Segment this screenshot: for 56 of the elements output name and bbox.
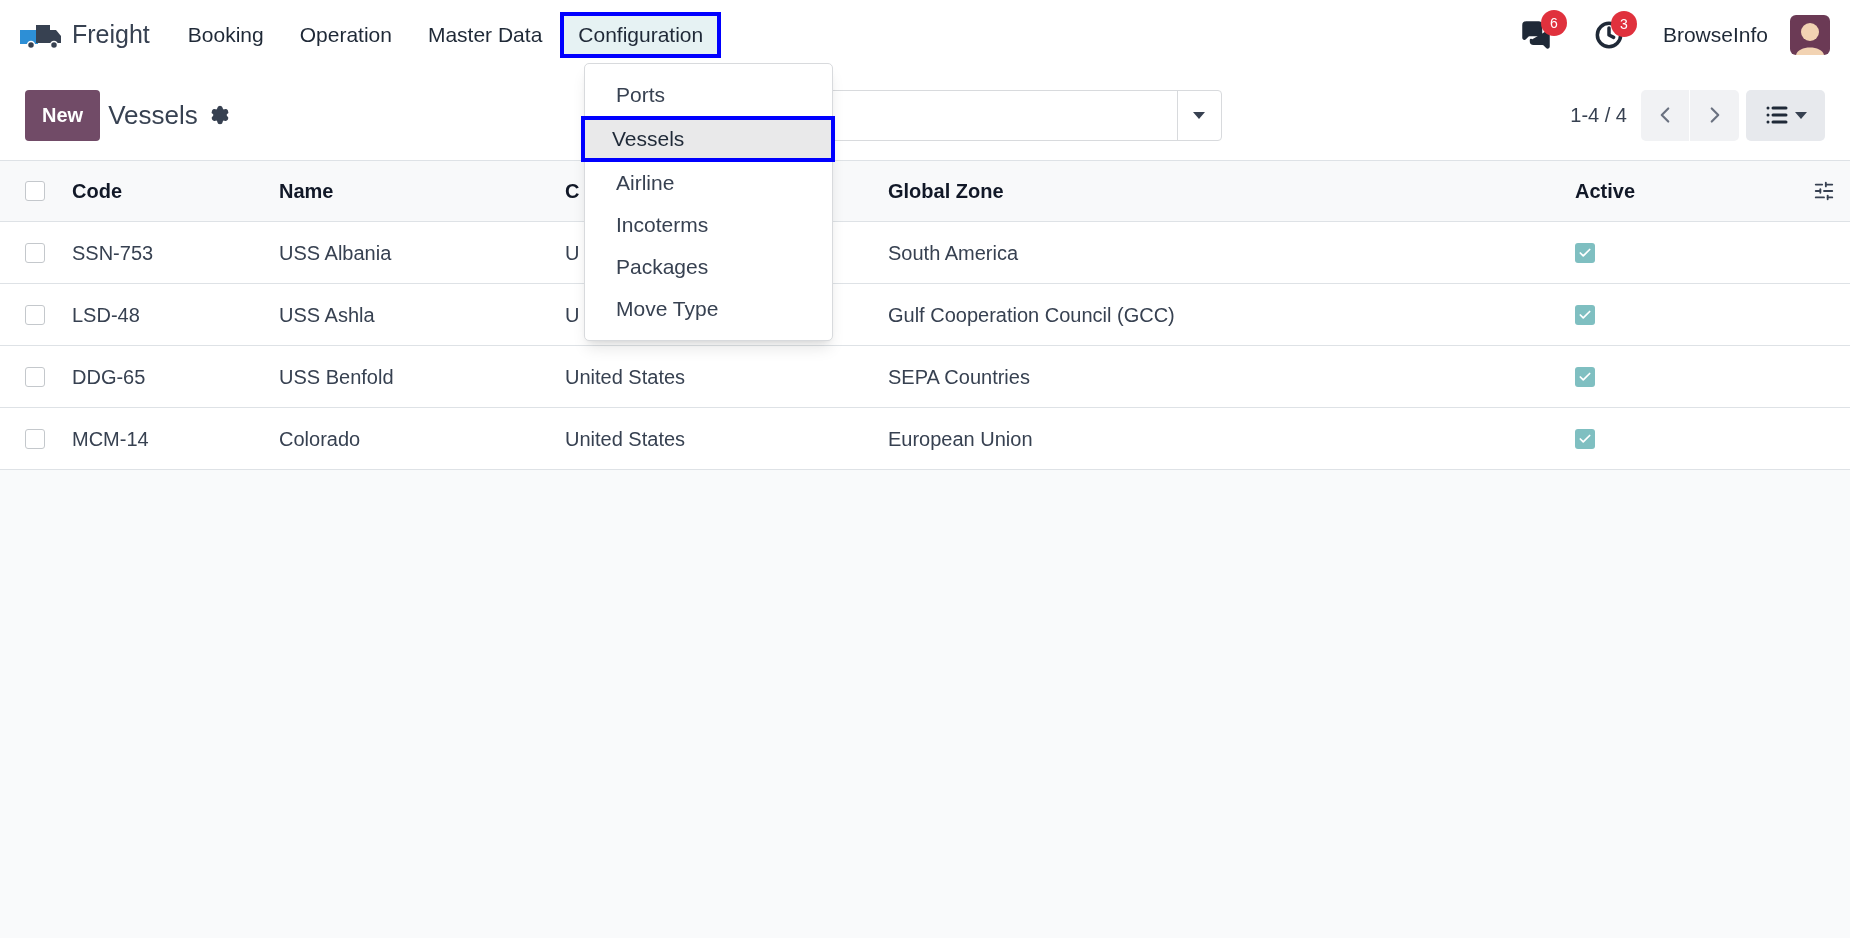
checkbox[interactable]: [1575, 242, 1595, 263]
dropdown-item[interactable]: Packages: [585, 246, 832, 288]
caret-icon: [1794, 111, 1807, 119]
previous-button[interactable]: [1641, 89, 1690, 141]
table-cell: U: [565, 303, 580, 326]
checkbox[interactable]: [25, 242, 45, 263]
dropdown-item[interactable]: Incoterms: [585, 204, 832, 246]
dropdown-item[interactable]: Move Type: [585, 288, 832, 330]
table-cell: Colorado: [279, 427, 361, 450]
table-cell: Gulf Cooperation Council (GCC): [888, 303, 1175, 326]
activity-count-badge: 3: [1610, 11, 1637, 37]
dropdown-item[interactable]: Ports: [585, 74, 832, 116]
checkbox[interactable]: [1575, 428, 1595, 449]
table-cell: United States: [565, 365, 686, 388]
dropdown-item[interactable]: Airline: [585, 162, 832, 204]
table-cell: SEPA Countries: [888, 365, 1030, 388]
menu-item[interactable]: Booking: [169, 12, 282, 58]
app-name[interactable]: Freight: [72, 16, 150, 54]
checkbox[interactable]: [1575, 366, 1595, 387]
dropdown-item[interactable]: Vessels: [581, 116, 835, 162]
menu-item[interactable]: Configuration: [560, 12, 722, 58]
column-header[interactable]: Global Zone: [888, 180, 1004, 202]
column-header[interactable]: C: [565, 180, 580, 202]
table-cell: South America: [888, 241, 1019, 264]
table-cell: U: [565, 241, 580, 264]
new-button[interactable]: New: [25, 89, 101, 141]
caret-icon: [1193, 111, 1206, 119]
checkbox[interactable]: [1575, 304, 1595, 325]
table-cell: MCM-14: [72, 427, 149, 450]
checkbox[interactable]: [25, 366, 45, 387]
column-header[interactable]: Code: [72, 180, 122, 202]
menu-item[interactable]: Master Data: [409, 12, 561, 58]
company-name[interactable]: BrowseInfo: [1662, 19, 1768, 51]
table-cell: LSD-48: [72, 303, 140, 326]
table-cell: USS Albania: [279, 241, 392, 264]
next-button[interactable]: [1690, 89, 1739, 141]
pager-value[interactable]: 1-4 / 4: [1570, 100, 1627, 130]
checkbox[interactable]: [25, 181, 45, 201]
checkbox[interactable]: [25, 428, 45, 449]
column-header[interactable]: Name: [279, 180, 334, 202]
table-cell: European Union: [888, 427, 1033, 450]
table-cell: SSN-753: [72, 241, 154, 264]
table-cell: United States: [565, 427, 686, 450]
column-settings-icon[interactable]: [1813, 180, 1835, 202]
menu-item[interactable]: Operation: [281, 12, 410, 58]
table-cell: USS Benfold: [279, 365, 394, 388]
gear-icon[interactable]: [209, 105, 230, 125]
table-cell: DDG-65: [72, 365, 146, 388]
page-title: Vessels: [108, 98, 198, 132]
chat-icon[interactable]: [1520, 20, 1551, 50]
table-cell: USS Ashla: [279, 303, 375, 326]
avatar[interactable]: [1790, 15, 1830, 55]
column-header[interactable]: Active: [1575, 180, 1636, 202]
checkbox[interactable]: [25, 304, 45, 325]
message-count-badge: 6: [1540, 10, 1567, 36]
view-switcher-button[interactable]: [1746, 89, 1825, 141]
